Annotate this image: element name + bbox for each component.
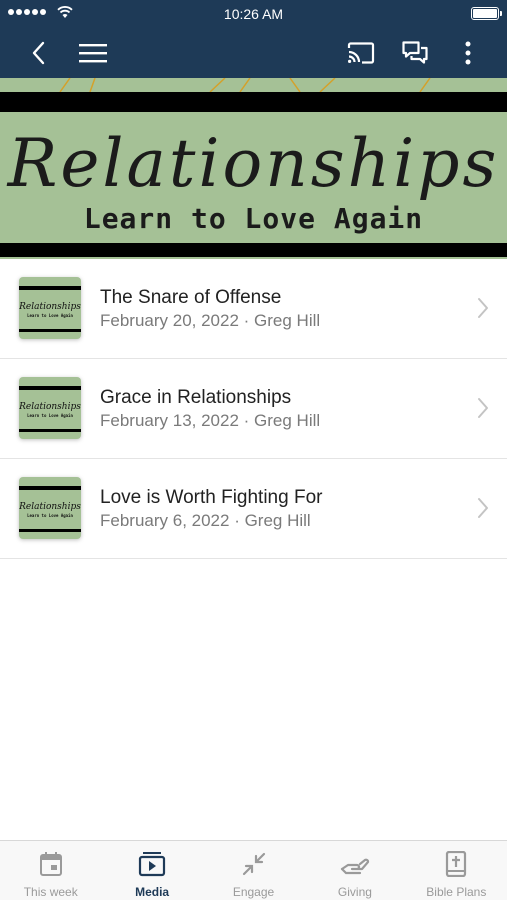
banner-bottom-band: [0, 243, 507, 257]
tab-label: Giving: [337, 885, 372, 899]
more-vertical-icon: [465, 41, 471, 65]
chat-icon: [402, 41, 428, 64]
banner-title: Relationships: [7, 125, 500, 202]
sermon-row[interactable]: Relationships Learn to Love Again The Sn…: [0, 259, 507, 359]
sermon-meta: February 6, 2022 · Greg Hill: [100, 511, 311, 530]
more-button[interactable]: [446, 28, 490, 78]
tab-media[interactable]: Media: [101, 841, 202, 900]
sermon-meta: February 20, 2022 · Greg Hill: [100, 311, 321, 330]
sermon-row[interactable]: Relationships Learn to Love Again Love i…: [0, 459, 507, 559]
chevron-right-icon: [478, 398, 488, 418]
battery-icon: [471, 7, 502, 20]
cast-icon: [347, 42, 375, 64]
sermon-title: Grace in Relationships: [100, 387, 292, 408]
sermon-list: Relationships Learn to Love Again The Sn…: [0, 259, 507, 559]
calendar-icon: [39, 852, 62, 876]
sermon-row[interactable]: Relationships Learn to Love Again Grace …: [0, 359, 507, 459]
hamburger-icon: [79, 44, 107, 63]
menu-button[interactable]: [71, 28, 115, 78]
series-banner: Relationships Learn to Love Again: [0, 78, 507, 259]
sermon-thumbnail: Relationships Learn to Love Again: [19, 477, 81, 539]
navigation-bar: [0, 28, 507, 78]
chat-button[interactable]: [393, 28, 437, 78]
tab-this-week[interactable]: This week: [0, 841, 101, 900]
status-time: 10:26 AM: [223, 6, 284, 22]
chevron-right-icon: [478, 298, 488, 318]
banner-rays-decoration: [59, 78, 431, 92]
tab-label: Media: [135, 885, 170, 899]
cast-button[interactable]: [339, 28, 383, 78]
sermon-title: Love is Worth Fighting For: [100, 487, 323, 508]
chevron-left-icon: [32, 41, 45, 65]
sermon-title: The Snare of Offense: [100, 287, 282, 308]
status-bar: 10:26 AM: [0, 0, 507, 28]
back-button[interactable]: [16, 28, 60, 78]
sermon-thumbnail: Relationships Learn to Love Again: [19, 277, 81, 339]
tab-bar: This week Media Engage Giving Bible Plan…: [0, 840, 507, 900]
sermon-meta: February 13, 2022 · Greg Hill: [100, 411, 321, 430]
tab-label: Bible Plans: [426, 885, 487, 899]
bible-icon: [446, 851, 467, 877]
sermon-thumbnail: Relationships Learn to Love Again: [19, 377, 81, 439]
banner-top-band: [0, 92, 507, 112]
giving-icon: [340, 858, 370, 875]
tab-bible-plans[interactable]: Bible Plans: [406, 841, 507, 900]
tab-label: This week: [23, 885, 78, 899]
banner-subtitle: Learn to Love Again: [83, 202, 424, 235]
media-icon: [139, 852, 166, 877]
engage-icon: [242, 852, 265, 876]
tab-giving[interactable]: Giving: [304, 841, 405, 900]
chevron-right-icon: [478, 498, 488, 518]
tab-label: Engage: [232, 885, 275, 899]
tab-engage[interactable]: Engage: [203, 841, 304, 900]
